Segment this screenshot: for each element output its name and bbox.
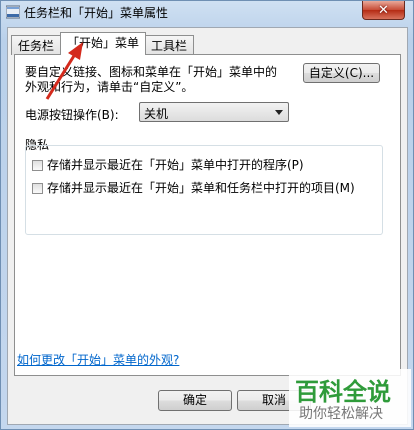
help-link[interactable]: 如何更改「开始」菜单的外观? xyxy=(17,351,179,368)
privacy-option-programs[interactable]: 存储并显示最近在「开始」菜单中打开的程序(P) xyxy=(32,156,304,173)
power-button-label: 电源按钮操作(B): xyxy=(25,108,119,122)
title-bar[interactable]: 任务栏和「开始」菜单属性 ✕ xyxy=(1,1,413,27)
customize-button[interactable]: 自定义(C)... xyxy=(303,63,380,83)
power-action-value: 关机 xyxy=(144,107,169,121)
ok-button[interactable]: 确定 xyxy=(158,390,232,411)
privacy-groupbox: 存储并显示最近在「开始」菜单中打开的程序(P) 存储并显示最近在「开始」菜单和任… xyxy=(25,145,383,235)
checkbox-recent-items[interactable] xyxy=(32,183,43,194)
cancel-button-label: 取消 xyxy=(261,393,286,407)
dialog-window: 任务栏和「开始」菜单属性 ✕ 任务栏 「开始」菜单 工具栏 要自定义链接、图标和… xyxy=(0,0,414,430)
privacy-option-items[interactable]: 存储并显示最近在「开始」菜单和任务栏中打开的项目(M) xyxy=(32,179,355,196)
privacy-option-items-label: 存储并显示最近在「开始」菜单和任务栏中打开的项目(M) xyxy=(47,181,355,195)
privacy-option-programs-label: 存储并显示最近在「开始」菜单中打开的程序(P) xyxy=(47,158,304,172)
close-button[interactable]: ✕ xyxy=(362,1,405,20)
watermark: 百科全说 助你轻松解决 xyxy=(289,369,411,427)
ok-button-label: 确定 xyxy=(182,393,207,407)
red-arrow-annotation xyxy=(45,42,83,100)
close-icon: ✕ xyxy=(378,2,389,18)
watermark-title: 百科全说 xyxy=(295,378,391,406)
window-title: 任务栏和「开始」菜单属性 xyxy=(24,6,169,20)
checkbox-recent-programs[interactable] xyxy=(32,160,43,171)
watermark-subtitle: 助你轻松解决 xyxy=(299,406,383,422)
taskbar-app-icon xyxy=(6,5,20,19)
customize-button-label: 自定义(C)... xyxy=(308,66,375,80)
chevron-down-icon xyxy=(275,110,283,115)
power-action-select[interactable]: 关机 xyxy=(139,102,289,122)
tab-toolbars[interactable]: 工具栏 xyxy=(144,35,195,55)
